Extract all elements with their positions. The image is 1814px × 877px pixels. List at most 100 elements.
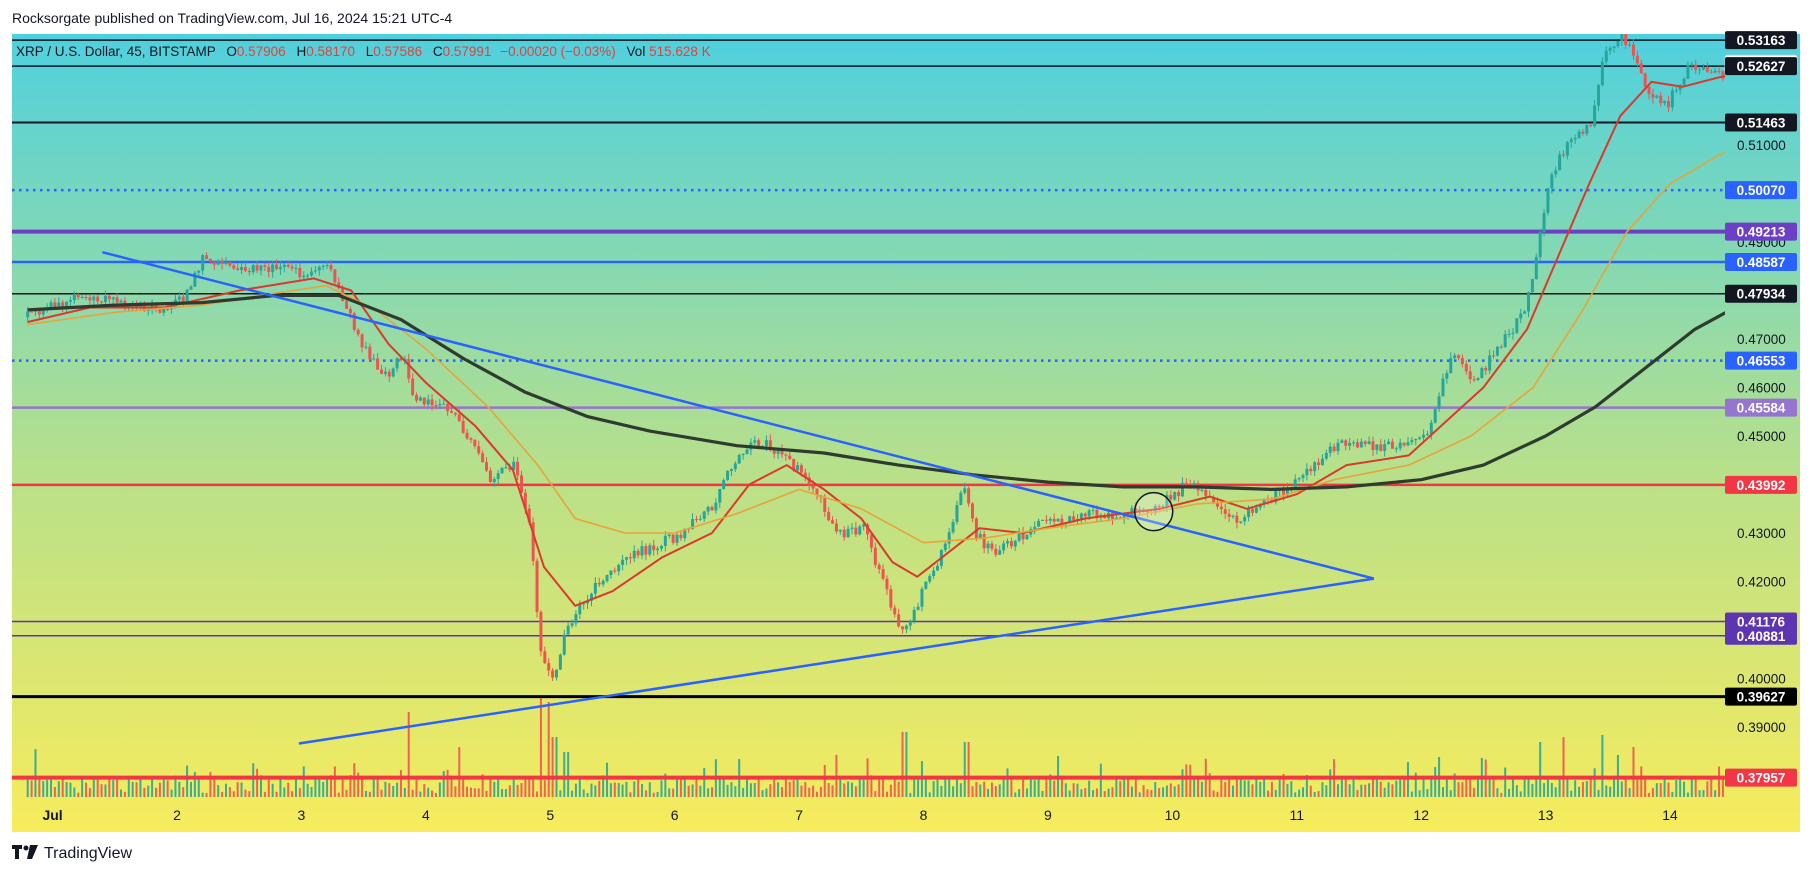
candle-body (1033, 526, 1037, 530)
candle-body (1655, 95, 1659, 98)
volume-bar (1072, 783, 1075, 797)
y-tick-label: 0.42000 (1737, 575, 1786, 590)
volume-bar (1675, 780, 1678, 797)
volume-bar (983, 781, 986, 797)
candle-body (885, 578, 889, 590)
candle-body (232, 265, 236, 269)
volume-bar (1457, 782, 1460, 797)
candle-body (1437, 396, 1441, 409)
candle-body (998, 550, 1002, 555)
volume-bar (322, 781, 325, 797)
candle-body (547, 663, 551, 671)
candle-body (415, 395, 419, 401)
price-chart[interactable]: Jul2345678910111213140.510000.500000.490… (0, 0, 1814, 877)
candle-body (1659, 95, 1663, 104)
volume-bar (1581, 782, 1584, 797)
price-tag: 0.52627 (1725, 57, 1797, 76)
volume-bar (116, 779, 119, 797)
volume-bar (1667, 782, 1670, 797)
candle-body (224, 262, 228, 264)
candle-body (88, 297, 92, 301)
candle-body (1410, 440, 1414, 443)
volume-bar (53, 786, 56, 797)
volume-bar (617, 782, 620, 797)
volume-bar (1721, 777, 1724, 797)
candle-body (551, 670, 555, 678)
volume-bar (1585, 781, 1588, 797)
candle-body (41, 310, 45, 315)
candle-body (1169, 495, 1173, 500)
volume-bar (489, 777, 492, 797)
volume-bar (112, 779, 115, 797)
candle-body (37, 310, 41, 315)
candle-body (605, 575, 609, 581)
volume-bar (96, 779, 99, 797)
candle-body (1052, 518, 1056, 522)
candle-body (784, 454, 788, 456)
candle-body (745, 449, 749, 454)
volume-bar (1461, 782, 1464, 797)
volume-bar (34, 749, 37, 797)
volume-bar (306, 783, 309, 797)
volume-bar (1162, 787, 1165, 797)
candle-body (453, 412, 457, 415)
volume-bar (1200, 781, 1203, 797)
price-tag-label: 0.48587 (1737, 255, 1786, 270)
candle-body (488, 470, 492, 482)
candle-body (310, 271, 314, 276)
candle-body (1340, 440, 1344, 443)
candle-body (1515, 318, 1519, 333)
volume-bar (221, 791, 224, 797)
volume-bar (151, 778, 154, 797)
volume-bar (967, 742, 970, 797)
volume-bar (1469, 776, 1472, 797)
candle-body (652, 545, 656, 551)
volume-bar (1158, 788, 1161, 797)
volume-bar (1683, 781, 1686, 797)
volume-bar (50, 777, 53, 797)
candle-body (457, 414, 461, 421)
candle-body (500, 467, 504, 474)
candle-body (936, 565, 940, 571)
tradingview-branding[interactable]: TradingView (12, 843, 132, 865)
volume-bar (1360, 784, 1363, 797)
volume-bar (882, 777, 885, 797)
candle-body (1247, 508, 1251, 518)
volume-bar (1426, 789, 1429, 797)
candle-body (1348, 442, 1352, 446)
volume-bar (668, 788, 671, 797)
candle-body (1072, 516, 1076, 520)
candle-body (1006, 541, 1010, 544)
y-tick-label: 0.43000 (1737, 526, 1786, 541)
volume-bar (1138, 792, 1141, 797)
candle-body (834, 523, 838, 532)
volume-bar (1290, 781, 1293, 797)
volume-bar (528, 777, 531, 797)
candle-body (624, 557, 628, 560)
volume-bar (283, 787, 286, 797)
volume-bar (932, 781, 935, 797)
candle-body (718, 488, 722, 503)
candle-body (1317, 462, 1321, 465)
volume-bar (1243, 780, 1246, 797)
candle-body (1562, 154, 1566, 156)
candle-body (368, 346, 372, 360)
volume-bar (166, 780, 169, 797)
symbol-legend[interactable]: XRP / U.S. Dollar, 45, BITSTAMP O0.57906… (16, 44, 711, 59)
price-tag: 0.49213 (1725, 222, 1797, 241)
candle-body (947, 532, 951, 544)
volume-bar (1251, 784, 1254, 797)
volume-bar (473, 788, 476, 797)
volume-bar (1239, 776, 1242, 797)
volume-bar (1379, 781, 1382, 797)
volume-bar (1146, 789, 1149, 797)
volume-bar (1508, 788, 1511, 797)
volume-bar (1628, 788, 1631, 797)
candle-body (1239, 521, 1243, 523)
price-tag-label: 0.53163 (1737, 33, 1786, 48)
volume-bar (998, 784, 1001, 797)
volume-bar (551, 737, 554, 797)
volume-bar (147, 785, 150, 797)
volume-bar (975, 782, 978, 797)
candle-body (628, 557, 632, 559)
